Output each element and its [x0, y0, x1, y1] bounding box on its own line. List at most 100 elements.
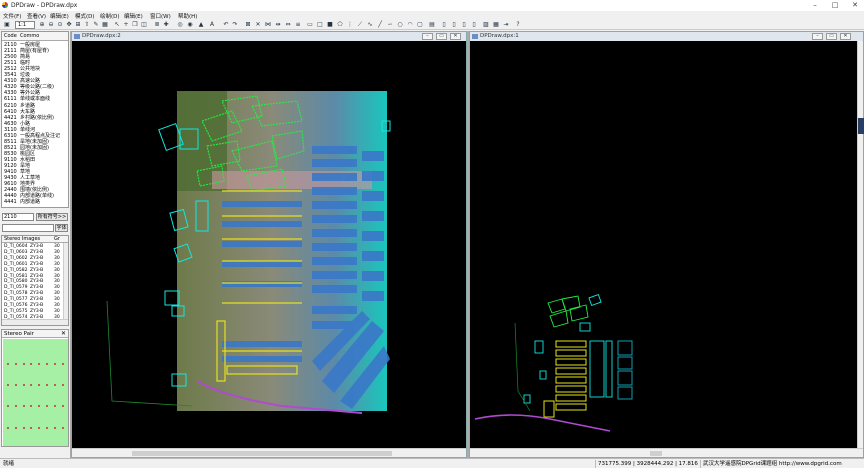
square-icon[interactable]: □: [316, 21, 324, 29]
minimize-button[interactable]: –: [808, 0, 822, 11]
box-icon[interactable]: ▢: [416, 21, 424, 29]
tie-point: [46, 384, 48, 386]
rect-icon[interactable]: ▭: [306, 21, 314, 29]
tie-point: [38, 405, 41, 407]
split-icon[interactable]: ⇹: [274, 21, 282, 29]
document-minimize-button[interactable]: –: [422, 33, 433, 40]
menu-help[interactable]: 帮助(H): [178, 12, 197, 20]
side-dock-tab[interactable]: [858, 118, 864, 134]
menu-edit[interactable]: 编辑(E): [50, 12, 69, 20]
stereo-pair-title: Stereo Pair: [2, 330, 68, 338]
document-hscroll[interactable]: [72, 448, 466, 457]
document-window-1[interactable]: DPDraw.dpx:1 – ▭ ✕: [469, 31, 864, 458]
parallel-icon[interactable]: ≡: [294, 21, 302, 29]
doc2-icon[interactable]: ▯: [450, 21, 458, 29]
doc4-icon[interactable]: ▯: [470, 21, 478, 29]
maximize-button[interactable]: □: [828, 0, 842, 11]
edit-icon[interactable]: ✎: [92, 21, 100, 29]
table-icon[interactable]: ▤: [428, 21, 436, 29]
lock-icon[interactable]: ▲: [197, 21, 205, 29]
document-restore-button-1[interactable]: ▭: [826, 33, 837, 40]
stereo-images-list[interactable]: Stereo Images Gr D_TI_0604 ZY3-B 30 D_TI_06…: [1, 235, 69, 326]
zoom-window-icon[interactable]: ⊙: [56, 21, 64, 29]
doc-icon[interactable]: ▯: [440, 21, 448, 29]
tie-point: [61, 384, 64, 386]
sep-icon[interactable]: ⋮: [346, 21, 354, 29]
name-column-header[interactable]: Commo: [20, 33, 39, 39]
document-minimize-button-1[interactable]: –: [812, 33, 823, 40]
close-button[interactable]: ✕: [848, 0, 862, 11]
code-input[interactable]: 2110: [2, 213, 34, 221]
code-name-input[interactable]: [2, 224, 54, 232]
snap-icon[interactable]: ✚: [162, 21, 170, 29]
zoom-in-icon[interactable]: ⊕: [38, 21, 46, 29]
add-icon[interactable]: +: [122, 21, 130, 29]
image-icon[interactable]: ▨: [482, 21, 490, 29]
document-close-button-1[interactable]: ✕: [840, 33, 851, 40]
document-hscroll-1[interactable]: [470, 448, 863, 457]
doc3-icon[interactable]: ▯: [460, 21, 468, 29]
line-icon[interactable]: ╱: [376, 21, 384, 29]
spline-icon[interactable]: ∽: [386, 21, 394, 29]
zoom-select[interactable]: 1:1: [15, 21, 35, 29]
align-icon[interactable]: ⇔: [284, 21, 292, 29]
menu-window[interactable]: 窗口(W): [150, 12, 171, 20]
delete-icon[interactable]: ✕: [254, 21, 262, 29]
stereo-images-title[interactable]: Stereo Images: [4, 236, 40, 242]
menu-file[interactable]: 文件(F): [3, 12, 21, 20]
fit-icon[interactable]: ⊞: [74, 21, 82, 29]
stereo-group-column[interactable]: Gr: [54, 236, 60, 242]
code-list-header: Code Commo: [2, 32, 68, 41]
zoom-out-icon[interactable]: ⊖: [47, 21, 55, 29]
left-panel: Code Commo 2110 一般房屋 2111 简屋(有屋脊) 2500 简易 2511…: [1, 31, 69, 458]
document-restore-button[interactable]: ▭: [436, 33, 447, 40]
cursor-icon[interactable]: ↖: [113, 21, 121, 29]
square2-icon[interactable]: ■: [326, 21, 334, 29]
copy-icon[interactable]: ❐: [131, 21, 139, 29]
redo-icon[interactable]: ↷: [231, 21, 239, 29]
zoom-fit-icon[interactable]: ⊠: [244, 21, 252, 29]
menu-edit2[interactable]: 编辑(E): [124, 12, 143, 20]
document-vscroll[interactable]: [857, 41, 863, 449]
polyline-icon[interactable]: ⟋: [356, 21, 364, 29]
code-list[interactable]: Code Commo 2110 一般房屋 2111 简屋(有屋脊) 2500 简易 2511…: [1, 31, 69, 208]
document-hscroll-thumb-1[interactable]: [650, 451, 662, 456]
stereo-pair-canvas[interactable]: [3, 339, 68, 446]
target2-icon[interactable]: ◉: [186, 21, 194, 29]
menu-mode[interactable]: 模式(D): [75, 12, 95, 20]
stereo-list-vscroll[interactable]: [63, 243, 68, 319]
save-icon[interactable]: ▣: [3, 21, 11, 29]
code-column-header[interactable]: Code: [4, 33, 17, 39]
layer-icon[interactable]: ◫: [140, 21, 148, 29]
all-codes-button[interactable]: 所有符号>>: [36, 213, 68, 221]
document-close-button[interactable]: ✕: [450, 33, 461, 40]
upload-icon[interactable]: ⇧: [83, 21, 91, 29]
document-hscroll-thumb[interactable]: [132, 451, 392, 456]
poly-icon[interactable]: ⬠: [336, 21, 344, 29]
target-icon[interactable]: ◎: [176, 21, 184, 29]
font-button[interactable]: 字体: [55, 224, 68, 232]
stereo-pair-close-icon[interactable]: ✕: [61, 330, 66, 338]
export-icon[interactable]: ⇥: [502, 21, 510, 29]
help-icon[interactable]: ?: [514, 21, 522, 29]
vector-canvas[interactable]: [470, 41, 858, 449]
pan-icon[interactable]: ✥: [65, 21, 73, 29]
curve-icon[interactable]: ∿: [366, 21, 374, 29]
circle-icon[interactable]: ○: [396, 21, 404, 29]
stereo-list-hscroll[interactable]: [2, 319, 68, 325]
undo-icon[interactable]: ↶: [222, 21, 230, 29]
text-icon[interactable]: A: [208, 21, 216, 29]
menu-bar: 文件(F) 查看(V) 编辑(E) 模式(D) 绘制(D) 编辑(E) 窗口(W…: [0, 11, 864, 20]
menu-draw[interactable]: 绘制(D): [100, 12, 120, 20]
arc-icon[interactable]: ◠: [406, 21, 414, 29]
orthoimage-canvas[interactable]: [72, 41, 466, 449]
tie-point: [30, 405, 33, 407]
layers-icon[interactable]: ≣: [153, 21, 161, 29]
mosaic-icon[interactable]: ▦: [492, 21, 500, 29]
menu-view[interactable]: 查看(V): [27, 12, 46, 20]
document-window-2[interactable]: DPDraw.dpx:2 – ▭ ✕: [71, 31, 467, 458]
grid-icon[interactable]: ▦: [101, 21, 109, 29]
merge-icon[interactable]: ⋈: [264, 21, 272, 29]
table-row[interactable]: 4441 内部道路: [2, 199, 62, 205]
document-title: DPDraw.dpx:2: [82, 33, 121, 39]
